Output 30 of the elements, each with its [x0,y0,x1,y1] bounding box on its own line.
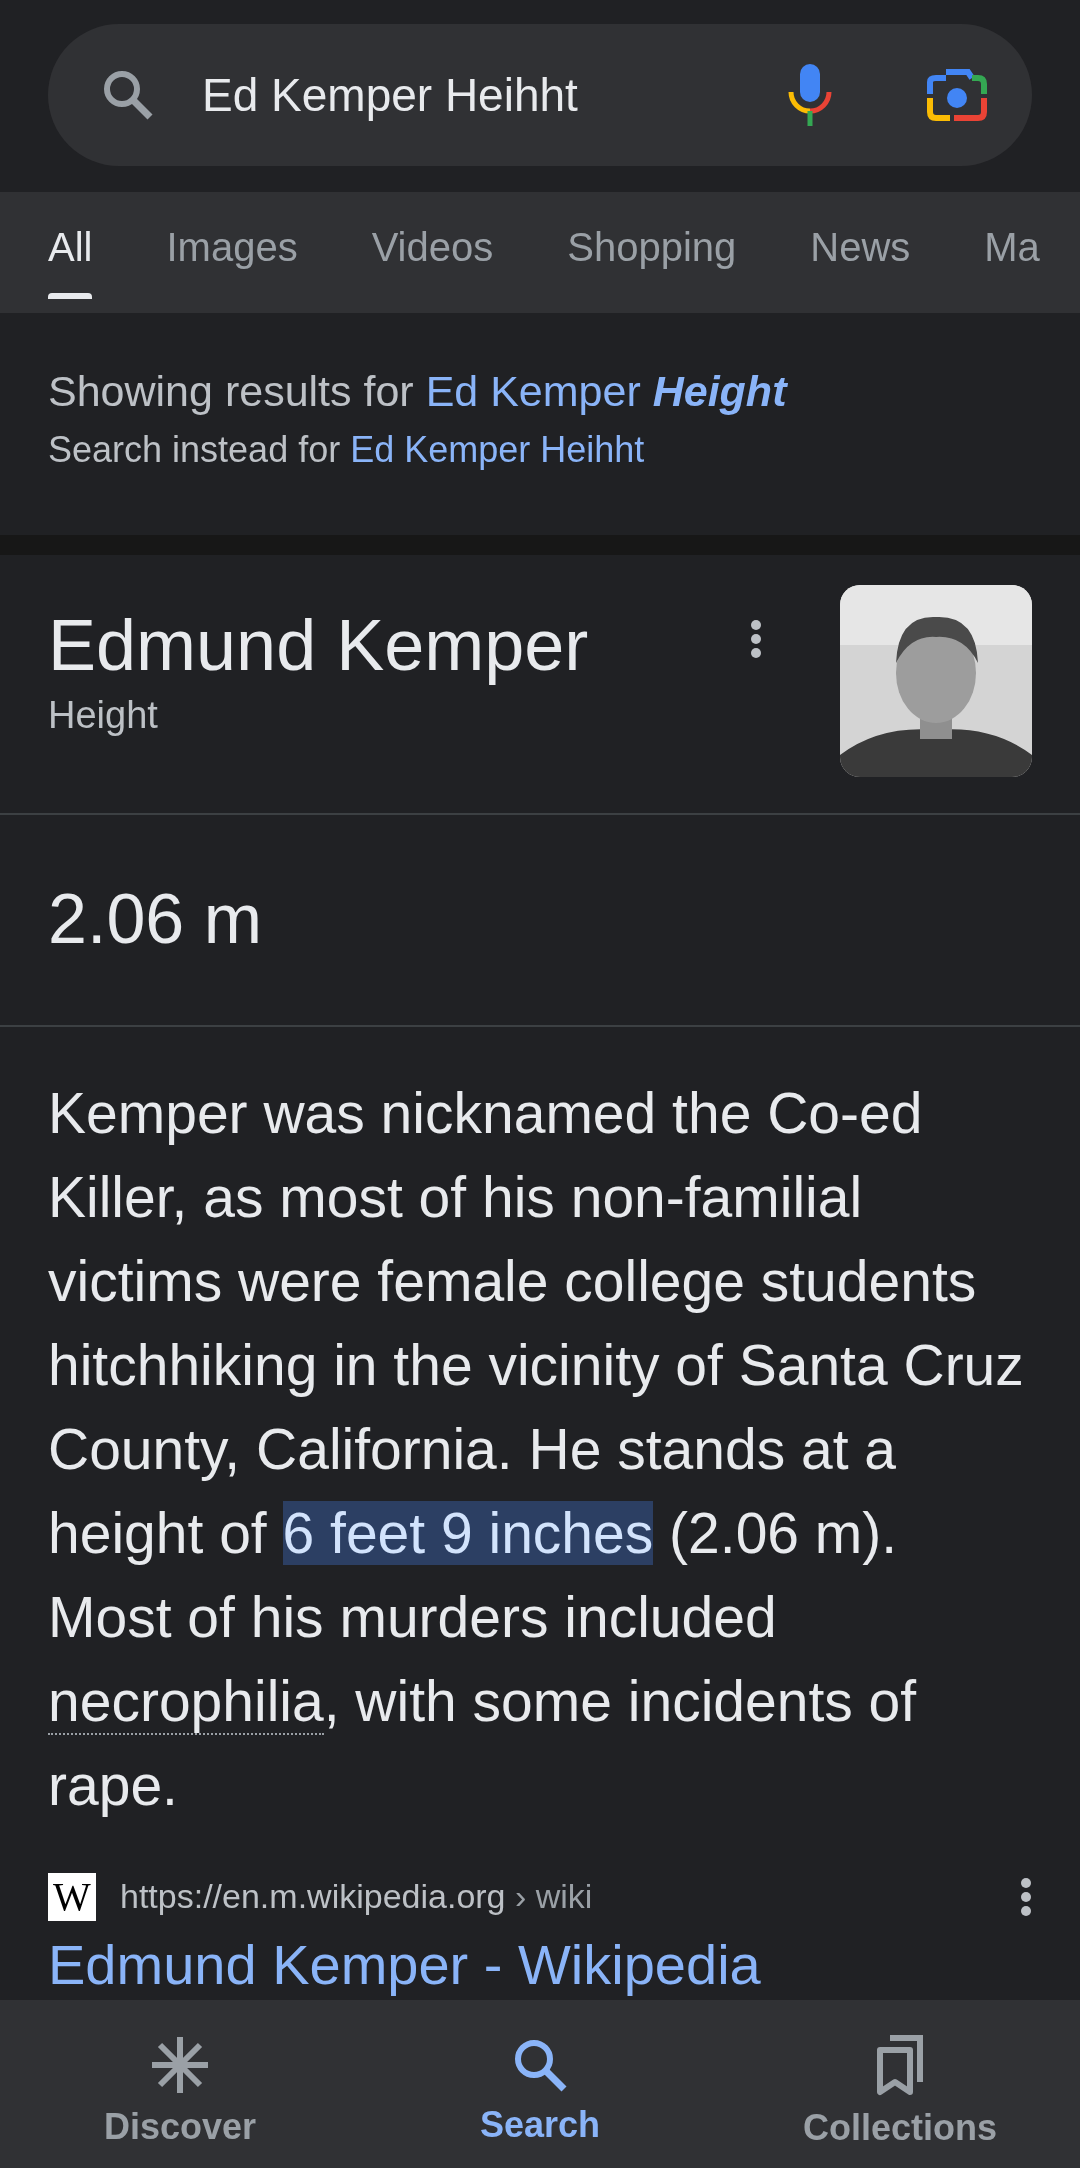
card-subtitle: Height [48,692,159,738]
camera-icon[interactable] [926,68,988,122]
microphone-icon[interactable] [788,64,832,126]
card-title: Edmund Kemper [48,606,590,683]
search-instead-text: Search instead for Ed Kemper Heihht [48,427,646,472]
search-icon [512,2037,568,2093]
nav-item[interactable]: Collections [720,2000,1080,2168]
original-query-link[interactable]: Ed Kemper Heihht [350,428,645,470]
bookmarks-icon [876,2034,924,2096]
result-title-link[interactable]: Edmund Kemper - Wikipedia [48,1933,761,1996]
more-options-icon[interactable] [750,618,762,659]
tab[interactable]: Videos [371,226,494,313]
tab[interactable]: All [48,226,93,313]
showing-results-text: Showing results for Ed Kemper Height [48,365,789,417]
corrected-query-link[interactable]: Ed Kemper Height [425,366,787,415]
necrophilia-link[interactable]: necrophilia [48,1669,324,1735]
asterisk-icon [150,2035,210,2095]
wikipedia-favicon: W [48,1872,96,1921]
tab[interactable]: Ma [984,226,1040,313]
nav-item[interactable]: Discover [0,2000,360,2168]
more-options-icon[interactable] [1020,1876,1032,1917]
description-paragraph: Kemper was nicknamed the Co-ed Killer, as most of his non-familial victims were female college students hitchhiking in the vicinity of Santa Cruz County, California. He stands at a height of 6 feet 9 inches (2.06 m). Most of his murders included necrophilia, with some incidents of rape. [48,1080,1025,1819]
tab[interactable]: Shopping [567,226,737,313]
search-field[interactable]: Ed Kemper Heihht [48,24,1032,166]
nav-item[interactable]: Search [360,2000,720,2168]
height-value: 2.06 m [48,879,262,961]
source-url: https://en.m.wikipedia.org › wiki [120,1876,594,1917]
tab[interactable]: News [810,226,911,313]
search-query: Ed Kemper Heihht [202,67,579,123]
tab[interactable]: Images [166,226,298,313]
